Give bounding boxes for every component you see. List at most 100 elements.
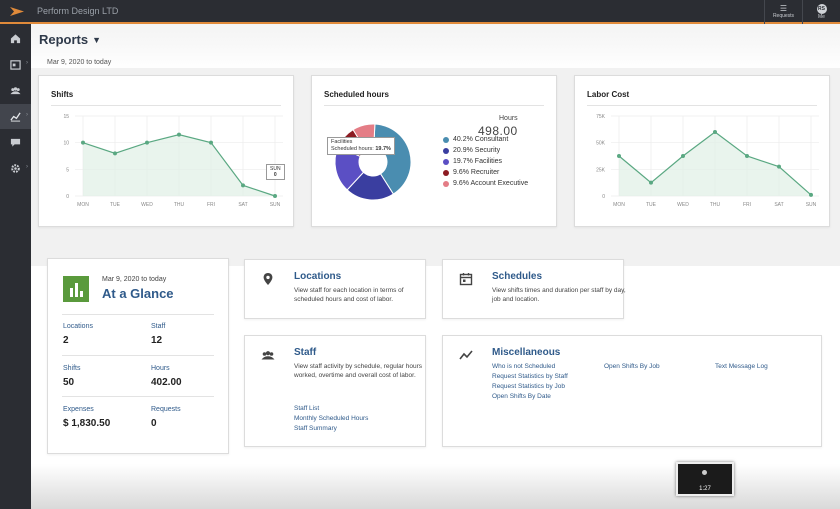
chevron-down-icon: ▼ [92, 34, 102, 45]
staff-tile: Staff View staff activity by schedule, r… [244, 335, 426, 447]
pie-tooltip-label: Scheduled hours: [331, 146, 374, 152]
legend-label: 40.2% Consultant [453, 136, 509, 143]
requests-button[interactable]: ☰ Requests [764, 0, 802, 24]
chevron-right-icon: › [26, 164, 28, 170]
shifts-chart-card: Shifts 0 5 10 15 MON TUE WED THU FRI SAT SUN SUN 0 [38, 75, 294, 227]
labor-xtick: FRI [743, 202, 751, 208]
shifts-ytick: 5 [66, 167, 69, 173]
locations-description: View staff for each location in terms of… [294, 287, 404, 303]
labor-xtick: WED [677, 202, 689, 208]
link-text-message-log[interactable]: Text Message Log [715, 363, 768, 370]
labor-xtick: THU [710, 202, 721, 208]
shifts-ytick: 15 [63, 114, 69, 120]
sidebar-item-reports[interactable]: › [0, 104, 31, 129]
glance-title: At a Glance [102, 286, 174, 301]
legend-swatch [443, 169, 449, 176]
stat-staff-value: 12 [151, 335, 163, 346]
locations-tile[interactable]: Locations View staff for each location i… [244, 259, 426, 319]
shifts-xtick: FRI [207, 202, 215, 208]
sidebar-item-schedule[interactable]: › [0, 52, 31, 77]
glance-date: Mar 9, 2020 to today [102, 276, 167, 283]
link-open-shifts-by-date[interactable]: Open Shifts By Date [492, 393, 551, 400]
legend-item[interactable]: 9.6% Account Executive [443, 178, 528, 189]
stat-shifts-label: Shifts [63, 365, 81, 372]
settings-icon [11, 164, 20, 173]
bar-chart-icon [63, 276, 89, 302]
divider [62, 396, 214, 397]
home-icon [10, 34, 21, 44]
labor-ytick: 75K [596, 114, 606, 120]
link-staff-list[interactable]: Staff List [294, 405, 319, 412]
video-time: 1:27 [699, 486, 711, 492]
legend-label: 9.6% Recruiter [453, 169, 500, 176]
labor-point [745, 154, 749, 158]
labor-xtick: MON [613, 202, 625, 208]
legend-label: 9.6% Account Executive [453, 180, 529, 187]
labor-xtick: SAT [774, 202, 783, 208]
pie-legend: 40.2% Consultant 20.9% Security 19.7% Faci… [443, 134, 528, 189]
sidebar-item-settings[interactable]: › [0, 156, 31, 181]
shifts-point [209, 140, 213, 145]
stat-shifts-value: 50 [63, 377, 75, 388]
miscellaneous-tile: Miscellaneous Who is not Scheduled Reque… [442, 335, 822, 447]
staff-description: View staff activity by schedule, regular… [294, 363, 423, 379]
map-pin-icon [263, 273, 273, 285]
legend-item[interactable]: 20.9% Security [443, 145, 528, 156]
video-thumbnail[interactable]: 1:27 [676, 462, 734, 496]
record-icon [702, 470, 707, 475]
locations-title[interactable]: Locations [294, 271, 341, 282]
legend-item[interactable]: 40.2% Consultant [443, 134, 528, 145]
schedules-tile[interactable]: Schedules View shifts times and duration… [442, 259, 626, 319]
staff-title[interactable]: Staff [294, 347, 316, 358]
avatar: RS [816, 4, 827, 14]
shifts-point [273, 194, 277, 198]
link-request-statistics-by-staff[interactable]: Request Statistics by Staff [492, 373, 568, 380]
at-a-glance-card: Mar 9, 2020 to today At a Glance Locatio… [47, 258, 229, 454]
legend-item[interactable]: 19.7% Facilities [443, 156, 528, 167]
page-title-dropdown[interactable]: Reports ▼ [39, 32, 101, 47]
link-who-is-not-scheduled[interactable]: Who is not Scheduled [492, 363, 555, 370]
me-label: Me [818, 14, 825, 20]
shifts-xtick: SAT [238, 202, 247, 208]
link-staff-summary[interactable]: Staff Summary [294, 425, 337, 432]
stat-staff-label: Staff [151, 323, 166, 330]
sidebar-item-home[interactable] [0, 26, 31, 51]
logo-icon [10, 7, 24, 16]
requests-label: Requests [772, 13, 795, 19]
shifts-point [145, 140, 149, 145]
shifts-point [113, 151, 117, 156]
schedules-title[interactable]: Schedules [492, 271, 542, 282]
link-open-shifts-by-job[interactable]: Open Shifts By Job [604, 363, 660, 370]
labor-xtick: SUN [806, 202, 817, 208]
main-content: Reports ▼ Mar 9, 2020 to today Shifts 0 5… [31, 24, 840, 509]
sidebar-item-people[interactable] [0, 78, 31, 103]
legend-swatch [443, 158, 449, 165]
me-button[interactable]: RS Me [802, 0, 840, 24]
scheduled-hours-card: Scheduled hours Hours 498.00 40.2% Consu… [311, 75, 557, 227]
pie-tooltip-title: Facilities [331, 139, 353, 145]
shifts-xtick: TUE [110, 202, 121, 208]
labor-cost-line-chart: 0 25K 50K 75K MON TUE WED THU FRI SAT SUN [596, 114, 819, 208]
stat-locations-value: 2 [63, 335, 69, 346]
labor-point [681, 154, 685, 158]
stat-hours-label: Hours [151, 365, 170, 372]
labor-ytick: 0 [602, 194, 605, 200]
sidebar-item-messages[interactable] [0, 130, 31, 155]
page-header [31, 24, 840, 70]
labor-point [777, 164, 781, 169]
people-icon [261, 351, 275, 360]
shifts-ytick: 0 [66, 194, 69, 200]
page-title: Reports [39, 32, 89, 47]
shifts-ytick: 10 [63, 141, 69, 147]
legend-label: 19.7% Facilities [453, 158, 503, 165]
shifts-xtick: MON [77, 202, 89, 208]
shifts-xtick: WED [141, 202, 153, 208]
labor-cost-card: Labor Cost 0 25K 50K 75K MON TUE WED THU FRI SAT S… [574, 75, 830, 227]
shifts-line-chart: 0 5 10 15 MON TUE WED THU FRI SAT SUN [63, 114, 283, 208]
link-request-statistics-by-job[interactable]: Request Statistics by Job [492, 383, 565, 390]
link-monthly-scheduled-hours[interactable]: Monthly Scheduled Hours [294, 415, 368, 422]
schedule-icon [10, 60, 21, 70]
shifts-tooltip: SUN 0 [266, 164, 285, 180]
schedules-description: View shifts times and duration per staff… [492, 287, 626, 303]
legend-item[interactable]: 9.6% Recruiter [443, 167, 528, 178]
